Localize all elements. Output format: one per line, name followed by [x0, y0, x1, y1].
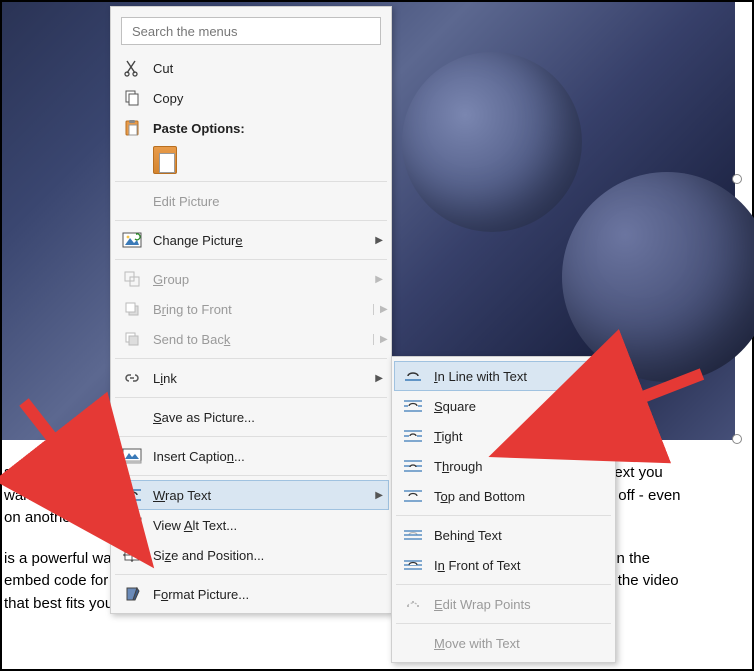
menu-separator [396, 584, 611, 585]
tight-wrap-icon [402, 425, 424, 447]
menu-wrap-text[interactable]: Wrap Text ▶ [113, 480, 389, 510]
send-to-back-icon [121, 328, 143, 350]
menu-send-to-back: Send to Back ▶ [113, 324, 389, 354]
group-icon [121, 268, 143, 290]
menu-group: Group ▶ [113, 264, 389, 294]
menu-separator [396, 623, 611, 624]
top-bottom-wrap-icon [402, 485, 424, 507]
clipboard-icon [121, 117, 143, 139]
chevron-right-icon: ▶ [373, 304, 383, 315]
chevron-right-icon: ▶ [373, 235, 383, 246]
chevron-right-icon: ▶ [373, 334, 383, 345]
menu-paste-options: Paste Options: [113, 113, 389, 143]
chevron-right-icon: ▶ [373, 373, 383, 384]
menu-link[interactable]: Link ▶ [113, 363, 389, 393]
menu-view-alt-text[interactable]: ab View Alt Text... [113, 510, 389, 540]
blank-icon [121, 406, 143, 428]
edit-wrap-points-icon [402, 593, 424, 615]
link-icon [121, 367, 143, 389]
submenu-in-front[interactable]: In Front of Text [394, 550, 613, 580]
format-picture-icon [121, 583, 143, 605]
menu-separator [115, 181, 387, 182]
menu-change-picture[interactable]: Change Picture ▶ [113, 225, 389, 255]
behind-text-icon [402, 524, 424, 546]
menu-separator [115, 475, 387, 476]
submenu-edit-wrap-points: Edit Wrap Points [394, 589, 613, 619]
menu-separator [115, 397, 387, 398]
insert-caption-icon [121, 445, 143, 467]
submenu-tight[interactable]: Tight [394, 421, 613, 451]
menu-size-and-position[interactable]: Size and Position... [113, 540, 389, 570]
menu-save-as-picture[interactable]: Save as Picture... [113, 402, 389, 432]
menu-edit-picture: Edit Picture [113, 186, 389, 216]
search-menus-input[interactable]: Search the menus [121, 17, 381, 45]
blank-icon [402, 632, 424, 654]
menu-separator [115, 259, 387, 260]
menu-separator [396, 515, 611, 516]
wrap-text-icon [121, 484, 143, 506]
submenu-move-with-text: Move with Text [394, 628, 613, 658]
chevron-right-icon: ▶ [373, 490, 383, 501]
menu-bring-to-front: Bring to Front ▶ [113, 294, 389, 324]
blank-icon [121, 190, 143, 212]
paste-option-keep-source[interactable] [153, 146, 177, 174]
bring-to-front-icon [121, 298, 143, 320]
menu-separator [115, 358, 387, 359]
menu-separator [115, 574, 387, 575]
through-wrap-icon [402, 455, 424, 477]
menu-format-picture[interactable]: Format Picture... [113, 579, 389, 609]
submenu-through[interactable]: Through [394, 451, 613, 481]
submenu-behind[interactable]: Behind Text [394, 520, 613, 550]
selection-handle-right[interactable] [732, 174, 742, 184]
chevron-right-icon: ▶ [373, 274, 383, 285]
submenu-top-bottom[interactable]: Top and Bottom [394, 481, 613, 511]
change-picture-icon [121, 229, 143, 251]
copy-icon [121, 87, 143, 109]
svg-text:ab: ab [135, 528, 141, 533]
in-front-text-icon [402, 554, 424, 576]
submenu-square[interactable]: Square [394, 391, 613, 421]
paste-options-row [113, 143, 389, 177]
selection-handle-bottom-right[interactable] [732, 434, 742, 444]
alt-text-icon: ab [121, 514, 143, 536]
size-position-icon [121, 544, 143, 566]
menu-copy[interactable]: Copy [113, 83, 389, 113]
context-menu: Search the menus Cut Copy Paste Options:… [110, 6, 392, 614]
menu-separator [115, 436, 387, 437]
menu-cut[interactable]: Cut [113, 53, 389, 83]
square-wrap-icon [402, 395, 424, 417]
menu-separator [115, 220, 387, 221]
scissors-icon [121, 57, 143, 79]
menu-insert-caption[interactable]: Insert Caption... [113, 441, 389, 471]
inline-text-icon [402, 365, 424, 387]
wrap-text-submenu: In Line with Text Square Tight Through T… [391, 356, 616, 663]
submenu-inline[interactable]: In Line with Text [394, 361, 613, 391]
